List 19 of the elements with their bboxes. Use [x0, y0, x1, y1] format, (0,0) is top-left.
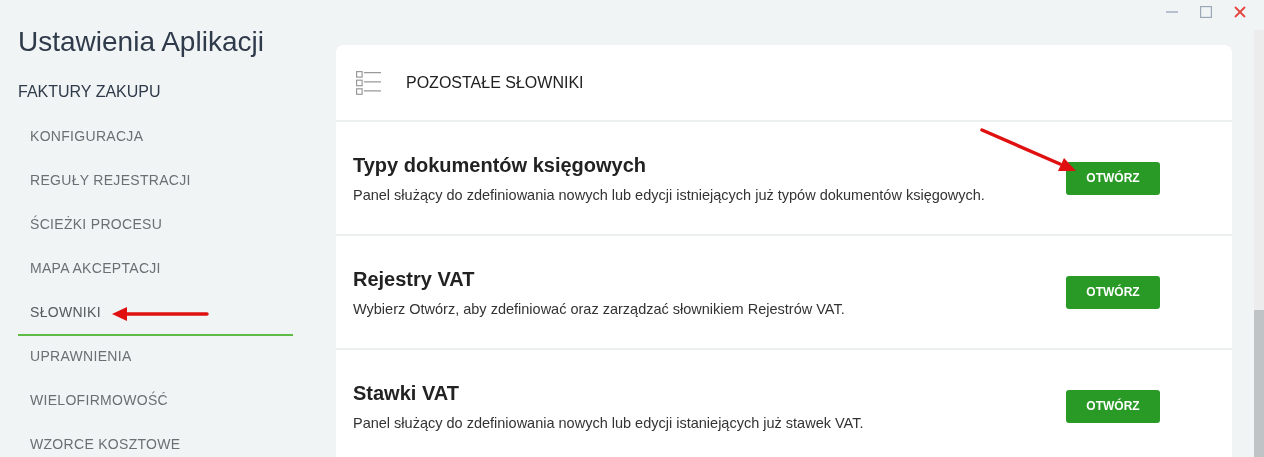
sidebar-item[interactable]: UPRAWNIENIA — [18, 336, 293, 380]
sidebar-item[interactable]: MAPA AKCEPTACJI — [18, 248, 293, 292]
dictionary-title: Stawki VAT — [353, 381, 460, 405]
panel-title: POZOSTAŁE SŁOWNIKI — [406, 73, 584, 92]
sidebar-item[interactable]: KONFIGURACJA — [18, 116, 293, 160]
dictionary-description: Panel służący do zdefiniowania nowych lub edycji istniejących już typów dokumentów księgowych. — [353, 186, 986, 203]
dictionary-title: Rejestry VAT — [353, 267, 476, 291]
dictionary-description: Panel służący do zdefiniowania nowych lub edycji istaniejących już stawek VAT. — [353, 414, 865, 431]
open-button[interactable]: OTWÓRZ — [1066, 161, 1160, 195]
sidebar-item[interactable]: REGUŁY REJESTRACJI — [18, 160, 293, 204]
sidebar-item[interactable]: WIELOFIRMOWOŚĆ — [18, 380, 293, 424]
open-button[interactable]: OTWÓRZ — [1066, 275, 1160, 309]
section-heading: FAKTURY ZAKUPU — [18, 82, 162, 102]
open-button[interactable]: OTWÓRZ — [1066, 389, 1160, 423]
sidebar-item[interactable]: ŚCIEŻKI PROCESU — [18, 204, 293, 248]
dictionary-description: Wybierz Otwórz, aby zdefiniować oraz zarządzać słownikiem Rejestrów VAT. — [353, 300, 846, 317]
page-title: Ustawienia Aplikacji — [18, 26, 265, 58]
dictionary-title: Typy dokumentów księgowych — [353, 153, 648, 177]
sidebar-item[interactable]: WZORCE KOSZTOWE — [18, 424, 293, 457]
